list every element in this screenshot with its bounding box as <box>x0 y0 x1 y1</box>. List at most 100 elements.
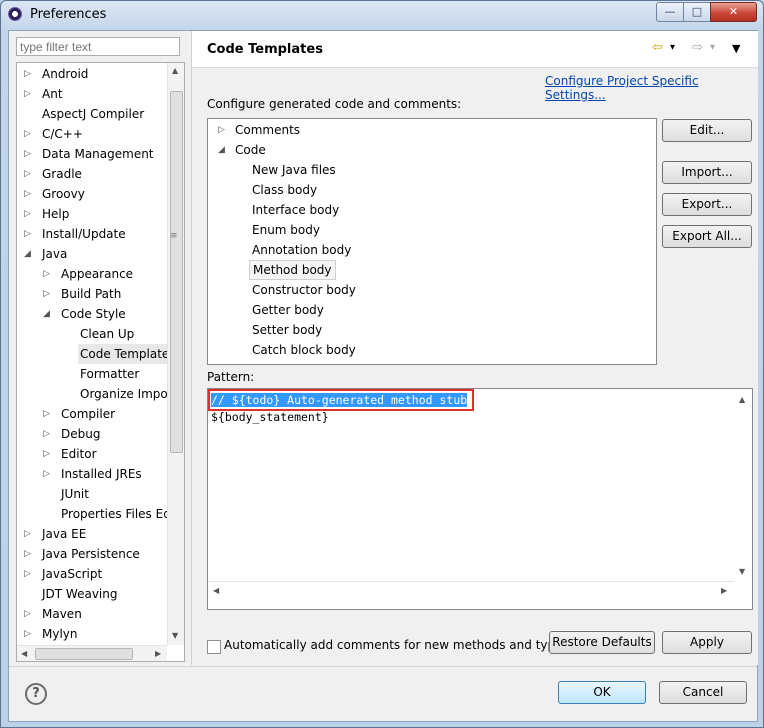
auto-comments-checkbox[interactable] <box>207 640 221 654</box>
template-item-label: Setter body <box>252 323 323 337</box>
back-arrow-icon[interactable]: ⇦ <box>652 40 663 55</box>
help-icon[interactable]: ? <box>25 683 47 705</box>
scroll-thumb[interactable] <box>170 91 183 453</box>
tree-item-label: Ant <box>42 87 63 101</box>
export-all-button[interactable]: Export All... <box>662 225 752 248</box>
collapsed-arrow-icon[interactable]: ▷ <box>43 464 50 484</box>
collapsed-arrow-icon[interactable]: ▷ <box>43 264 50 284</box>
collapsed-arrow-icon[interactable]: ▷ <box>24 524 31 544</box>
collapsed-arrow-icon[interactable]: ▷ <box>24 564 31 584</box>
collapsed-arrow-icon[interactable]: ▷ <box>24 624 31 644</box>
configure-label: Configure generated code and comments: <box>207 97 462 111</box>
pattern-editor[interactable]: // ${todo} Auto-generated method stub ${… <box>207 388 753 610</box>
template-item-label: Catch block body <box>252 343 356 357</box>
collapsed-arrow-icon[interactable]: ▷ <box>24 184 31 204</box>
pattern-line-2[interactable]: ${body_statement} <box>211 410 329 424</box>
tree-item-label: Java EE <box>42 527 87 541</box>
eclipse-icon <box>8 7 22 21</box>
scroll-left-arrow-icon[interactable]: ◀ <box>21 649 27 658</box>
collapsed-arrow-icon[interactable]: ▷ <box>24 84 31 104</box>
tree-item-label: JavaScript <box>42 567 103 581</box>
maximize-button[interactable]: □ <box>683 2 711 22</box>
import-button[interactable]: Import... <box>662 161 752 184</box>
collapsed-arrow-icon[interactable]: ▷ <box>43 424 50 444</box>
tree-item-label: Debug <box>61 427 101 441</box>
expanded-arrow-icon[interactable]: ◢ <box>218 140 225 160</box>
pattern-scroll-down-icon[interactable]: ▼ <box>739 567 745 576</box>
collapsed-arrow-icon[interactable]: ▷ <box>218 120 225 140</box>
tree-item-label: Code Template <box>78 344 172 364</box>
title-bar[interactable]: Preferences — □ ✕ <box>1 1 763 29</box>
template-item-label: Getter body <box>252 303 324 317</box>
restore-defaults-button[interactable]: Restore Defaults <box>549 631 655 654</box>
collapsed-arrow-icon[interactable]: ▷ <box>24 64 31 84</box>
tree-item-label: Editor <box>61 447 97 461</box>
filter-input[interactable] <box>16 37 180 56</box>
pattern-scroll-left-icon[interactable]: ◀ <box>213 586 219 595</box>
collapsed-arrow-icon[interactable]: ▷ <box>24 124 31 144</box>
forward-dropdown-icon[interactable]: ▾ <box>710 42 715 53</box>
tree-horizontal-scrollbar[interactable]: ◀ ▶ <box>17 645 167 661</box>
apply-button[interactable]: Apply <box>662 631 752 654</box>
tree-item-label: Compiler <box>61 407 116 421</box>
collapsed-arrow-icon[interactable]: ▷ <box>24 144 31 164</box>
template-item-label: Method body <box>249 260 336 280</box>
collapsed-arrow-icon[interactable]: ▷ <box>24 544 31 564</box>
edit-button[interactable]: Edit... <box>662 119 752 142</box>
minimize-button[interactable]: — <box>656 2 684 22</box>
tree-item-label: Help <box>42 207 70 221</box>
tree-item-label: Install/Update <box>42 227 126 241</box>
ok-button[interactable]: OK <box>558 681 646 704</box>
tree-item-label: Mylyn <box>42 627 78 641</box>
auto-comments-label: Automatically add comments for new metho… <box>224 638 569 652</box>
configure-project-settings-link[interactable]: Configure Project Specific Settings... <box>545 74 758 102</box>
scroll-down-arrow-icon[interactable]: ▼ <box>172 631 178 640</box>
collapsed-arrow-icon[interactable]: ▷ <box>24 204 31 224</box>
scroll-grip-icon: ≡ <box>170 231 178 241</box>
expanded-arrow-icon[interactable]: ◢ <box>43 304 50 324</box>
tree-item-label: Properties Files Ed <box>61 507 171 521</box>
template-item-label: New Java files <box>252 163 336 177</box>
page-content: Configure Project Specific Settings... C… <box>192 68 758 665</box>
export-button[interactable]: Export... <box>662 193 752 216</box>
template-item-label: Comments <box>235 123 301 137</box>
collapsed-arrow-icon[interactable]: ▷ <box>24 164 31 184</box>
forward-arrow-icon[interactable]: ⇨ <box>692 40 703 55</box>
scroll-right-arrow-icon[interactable]: ▶ <box>155 649 161 658</box>
tree-item-label: Data Management <box>42 147 154 161</box>
tree-item-label: Android <box>42 67 89 81</box>
expanded-arrow-icon[interactable]: ◢ <box>24 244 31 264</box>
tree-item-label: Java <box>42 247 68 261</box>
collapsed-arrow-icon[interactable]: ▷ <box>43 444 50 464</box>
scroll-up-arrow-icon[interactable]: ▲ <box>172 66 178 75</box>
template-item-label: Code <box>235 143 266 157</box>
view-menu-icon[interactable]: ▼ <box>732 42 740 55</box>
template-item-label: Interface body <box>252 203 340 217</box>
tree-item-label: AspectJ Compiler <box>42 107 145 121</box>
collapsed-arrow-icon[interactable]: ▷ <box>24 224 31 244</box>
pattern-scroll-up-icon[interactable]: ▲ <box>739 395 745 404</box>
pattern-label: Pattern: <box>207 370 255 384</box>
template-item-label: Class body <box>252 183 318 197</box>
preferences-window: Preferences — □ ✕ ▷ Android ▷ Ant AspectJ Co… <box>0 0 764 728</box>
tree-item-label: Groovy <box>42 187 85 201</box>
tree-item-label: Maven <box>42 607 82 621</box>
collapsed-arrow-icon[interactable]: ▷ <box>43 404 50 424</box>
back-dropdown-icon[interactable]: ▾ <box>670 42 675 53</box>
tree-item-label: Appearance <box>61 267 134 281</box>
tree-item-label: Formatter <box>80 367 140 381</box>
template-item-label: Constructor body <box>252 283 356 297</box>
template-item-label: Enum body <box>252 223 320 237</box>
close-button[interactable]: ✕ <box>710 2 757 22</box>
window-title: Preferences <box>30 7 107 22</box>
tree-item-label: C/C++ <box>42 127 83 141</box>
tree-item-label: Organize Impo <box>80 387 168 401</box>
cancel-button[interactable]: Cancel <box>659 681 747 704</box>
preference-page: Code Templates ⇦ ▾ ⇨ ▾ ▼ Configure Proje… <box>191 31 758 665</box>
tree-vertical-scrollbar[interactable]: ▲ ≡ ▼ <box>167 63 184 645</box>
pattern-scroll-right-icon[interactable]: ▶ <box>721 586 727 595</box>
collapsed-arrow-icon[interactable]: ▷ <box>24 604 31 624</box>
tree-item-label: Java Persistence <box>42 547 140 561</box>
horizontal-scroll-thumb[interactable] <box>35 648 133 660</box>
collapsed-arrow-icon[interactable]: ▷ <box>43 284 50 304</box>
